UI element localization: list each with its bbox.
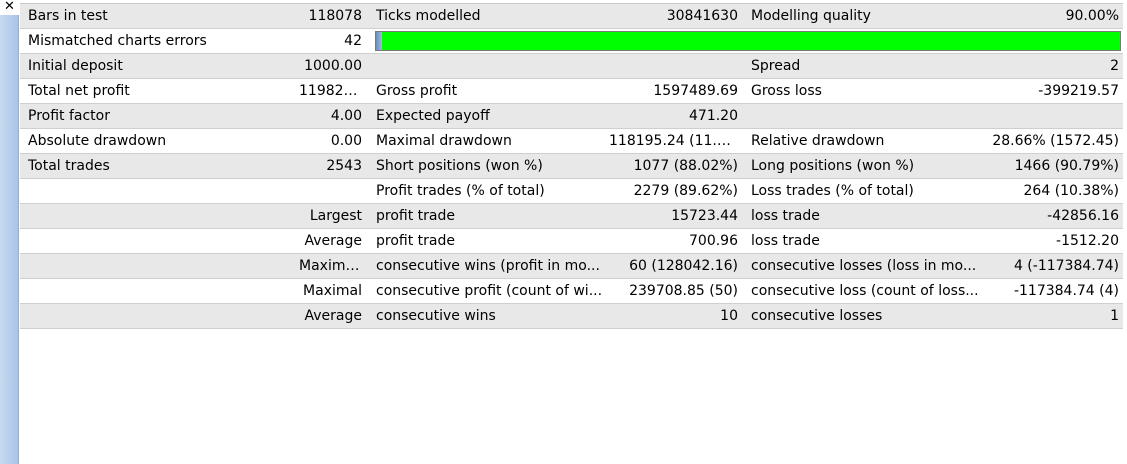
modelling-quality-bar — [375, 31, 1121, 51]
metric-label: Expected payoff — [369, 103, 609, 129]
report-row: Total trades 2543 Short positions (won %) 1… — [20, 153, 1123, 179]
metric-label: Total trades — [20, 153, 299, 179]
metric-value: 10 — [609, 303, 744, 329]
metric-label: Absolute drawdown — [20, 128, 299, 154]
metric-value: 28.66% (1572.45) — [984, 128, 1123, 154]
metric-label — [20, 278, 299, 304]
side-panel-strip — [0, 0, 19, 464]
test-report-table: Bars in test 118078 Ticks modelled 30841630… — [20, 3, 1123, 329]
report-row: Profit trades (% of total) 2279 (89.62%) L… — [20, 178, 1123, 204]
metric-label: consecutive wins (profit in mo... — [369, 253, 609, 279]
metric-value: -42856.16 — [984, 203, 1123, 229]
bar-cap — [376, 32, 382, 50]
metric-label — [20, 203, 299, 229]
metric-value: 1000.00 — [299, 53, 369, 79]
metric-value: 2279 (89.62%) — [609, 178, 744, 204]
metric-label — [20, 303, 299, 329]
metric-value: Largest — [299, 203, 369, 229]
metric-value: 42 — [299, 28, 369, 54]
report-row: Maximal consecutive profit (count of wi..… — [20, 278, 1123, 304]
metric-value: 118078 — [299, 3, 369, 29]
metric-label — [744, 103, 984, 129]
metric-value: 1597489.69 — [609, 78, 744, 104]
metric-label: profit trade — [369, 203, 609, 229]
metric-label: Modelling quality — [744, 3, 984, 29]
close-icon[interactable]: ✕ — [0, 0, 19, 15]
metric-label — [20, 178, 299, 204]
report-row: Largest profit trade 15723.44 loss trade -42… — [20, 203, 1123, 229]
metric-value: 1198270.12 — [299, 78, 369, 104]
report-row: Mismatched charts errors 42 — [20, 28, 1123, 54]
metric-label: loss trade — [744, 228, 984, 254]
report-row: Total net profit1198270.12Gross profit15… — [20, 78, 1123, 104]
metric-value: Average — [299, 228, 369, 254]
metric-value: Average — [299, 303, 369, 329]
metric-value: -1512.20 — [984, 228, 1123, 254]
metric-label: Profit trades (% of total) — [369, 178, 609, 204]
metric-label: consecutive profit (count of wi... — [369, 278, 609, 304]
metric-label: profit trade — [369, 228, 609, 254]
metric-value: 1077 (88.02%) — [609, 153, 744, 179]
metric-label: Mismatched charts errors — [20, 28, 299, 54]
metric-value: 30841630 — [609, 3, 744, 29]
metric-label: Initial deposit — [20, 53, 299, 79]
metric-label: consecutive losses (loss in mo... — [744, 253, 984, 279]
metric-value: 2543 — [299, 153, 369, 179]
metric-label — [20, 253, 299, 279]
metric-label — [369, 53, 609, 79]
metric-value — [984, 103, 1123, 129]
metric-value: 60 (128042.16) — [609, 253, 744, 279]
metric-label: Long positions (won %) — [744, 153, 984, 179]
metric-value: Maximum — [299, 253, 369, 279]
metric-label: loss trade — [744, 203, 984, 229]
metric-label: Gross loss — [744, 78, 984, 104]
metric-value: -399219.57 — [984, 78, 1123, 104]
metric-label: Total net profit — [20, 78, 299, 104]
report-row: Initial deposit 1000.00 Spread 2 — [20, 53, 1123, 79]
metric-label: Gross profit — [369, 78, 609, 104]
report-row: Bars in test 118078 Ticks modelled 30841630… — [20, 3, 1123, 29]
report-row: Absolute drawdown 0.00 Maximal drawdown 118… — [20, 128, 1123, 154]
metric-label: Loss trades (% of total) — [744, 178, 984, 204]
metric-value: 0.00 — [299, 128, 369, 154]
metric-value: 700.96 — [609, 228, 744, 254]
metric-value: 1466 (90.79%) — [984, 153, 1123, 179]
metric-label: Relative drawdown — [744, 128, 984, 154]
metric-value — [609, 53, 744, 79]
metric-label: Bars in test — [20, 3, 299, 29]
report-row: Average profit trade 700.96 loss trade -1512… — [20, 228, 1123, 254]
metric-label: Spread — [744, 53, 984, 79]
metric-label: consecutive wins — [369, 303, 609, 329]
metric-value: Maximal — [299, 278, 369, 304]
report-row: Profit factor 4.00 Expected payoff 471.20 — [20, 103, 1123, 129]
metric-label: Profit factor — [20, 103, 299, 129]
metric-value: 1 — [984, 303, 1123, 329]
metric-label — [20, 228, 299, 254]
metric-value: -117384.74 (4) — [984, 278, 1123, 304]
metric-label: Short positions (won %) — [369, 153, 609, 179]
metric-label: consecutive losses — [744, 303, 984, 329]
report-row: Average consecutive wins 10 consecutive los… — [20, 303, 1123, 329]
metric-value: 118195.24 (11.0... — [609, 128, 744, 154]
metric-value: 239708.85 (50) — [609, 278, 744, 304]
metric-label: Maximal drawdown — [369, 128, 609, 154]
metric-label: Ticks modelled — [369, 3, 609, 29]
metric-value: 4 (-117384.74) — [984, 253, 1123, 279]
metric-value: 2 — [984, 53, 1123, 79]
metric-value: 90.00% — [984, 3, 1123, 29]
metric-value: 15723.44 — [609, 203, 744, 229]
bar-fill — [376, 32, 1120, 50]
report-row: Maximum consecutive wins (profit in mo...… — [20, 253, 1123, 279]
metric-value — [299, 178, 369, 204]
metric-value: 471.20 — [609, 103, 744, 129]
metric-label: consecutive loss (count of loss... — [744, 278, 984, 304]
metric-value: 264 (10.38%) — [984, 178, 1123, 204]
modelling-quality-cell — [369, 28, 1123, 54]
metric-value: 4.00 — [299, 103, 369, 129]
